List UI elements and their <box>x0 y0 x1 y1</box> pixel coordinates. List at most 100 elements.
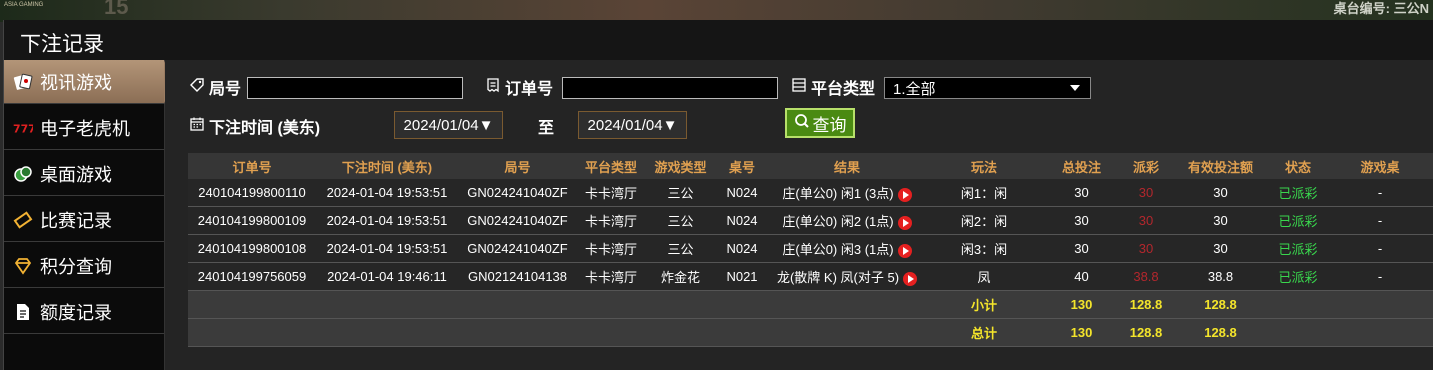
total-bet-cell: 30 <box>1042 179 1121 207</box>
sidebar-item-label: 积分查询 <box>40 256 112 277</box>
date-to-picker[interactable]: 2024/01/04 ▼ <box>578 111 687 139</box>
table-no-cell: N024 <box>716 234 768 263</box>
col-header-status[interactable]: 状态 <box>1270 153 1326 179</box>
sidebar: 视讯游戏 777 电子老虎机 桌面游戏 比赛记录 积分查询 <box>4 60 172 370</box>
col-header-round-no[interactable]: 局号 <box>458 153 577 179</box>
subtotal-total-bet: 130 <box>1042 290 1121 319</box>
play-video-icon[interactable] <box>897 215 912 230</box>
col-header-valid-bet[interactable]: 有效投注额 <box>1171 153 1270 179</box>
status-cell: 已派彩 <box>1270 206 1326 235</box>
sidebar-item-label: 比赛记录 <box>40 210 112 231</box>
valid-bet-cell: 30 <box>1171 179 1270 207</box>
dropdown-triangle-icon: ▼ <box>662 116 678 134</box>
game-type-cell: 三公 <box>645 206 716 235</box>
sidebar-item-points[interactable]: 积分查询 <box>4 244 164 288</box>
background-number: 15 <box>104 0 129 19</box>
platform-label: 平台类型 <box>811 81 876 98</box>
bet-time-cell: 2024-01-04 19:46:11 <box>316 262 458 291</box>
subtotal-end-spacer <box>1270 290 1433 319</box>
chevron-down-icon <box>1070 85 1080 91</box>
game-type-cell: 炸金花 <box>645 262 716 291</box>
svg-text:777: 777 <box>13 122 33 134</box>
server-icon <box>791 77 807 98</box>
subtotal-payout: 128.8 <box>1121 290 1171 319</box>
play-video-icon[interactable] <box>903 271 918 286</box>
payout-cell: 30 <box>1121 234 1171 263</box>
col-header-play-type[interactable]: 玩法 <box>926 153 1042 179</box>
col-header-order-no[interactable]: 订单号 <box>188 153 316 179</box>
col-header-bet-time[interactable]: 下注时间 (美东) <box>316 153 458 179</box>
background-logo-text: ASIA GAMING <box>4 2 44 8</box>
query-button-label: 查询 <box>812 115 847 135</box>
play-video-icon[interactable] <box>897 243 912 258</box>
play-type-cell: 闲2：闲 <box>926 206 1042 235</box>
sidebar-item-match-records[interactable]: 比赛记录 <box>4 198 164 242</box>
query-button[interactable]: 查询 <box>785 108 855 138</box>
play-video-icon[interactable] <box>897 187 912 202</box>
sidebar-item-live-games[interactable]: 视讯游戏 <box>4 60 172 104</box>
table-row: 240104199756059 2024-01-04 19:46:11 GN02… <box>188 262 1433 291</box>
result-text: 庄(单公0) 闲1 (3点) <box>782 186 894 201</box>
col-header-table-no[interactable]: 桌号 <box>716 153 768 179</box>
valid-bet-cell: 30 <box>1171 206 1270 235</box>
ticket-icon <box>13 210 33 230</box>
game-table-cell: - <box>1326 234 1433 263</box>
platform-select[interactable]: 1.全部 <box>884 77 1091 99</box>
total-end-spacer <box>1270 318 1433 347</box>
play-type-cell: 闲1：闲 <box>926 179 1042 207</box>
sidebar-item-label: 额度记录 <box>40 302 112 323</box>
round-label-group: 局号 <box>189 75 241 99</box>
bet-time-cell: 2024-01-04 19:53:51 <box>316 234 458 263</box>
receipt-icon <box>485 77 501 98</box>
order-no-cell: 240104199800109 <box>188 206 316 235</box>
table-no-cell: N024 <box>716 206 768 235</box>
total-total-bet: 130 <box>1042 318 1121 347</box>
col-header-platform[interactable]: 平台类型 <box>577 153 645 179</box>
play-type-cell: 凤 <box>926 262 1042 291</box>
col-header-game-table[interactable]: 游戏桌 <box>1326 153 1433 179</box>
table-row: 240104199800109 2024-01-04 19:53:51 GN02… <box>188 206 1433 235</box>
bet-records-table: 订单号 下注时间 (美东) 局号 平台类型 游戏类型 桌号 结果 玩法 总投注 … <box>188 153 1433 347</box>
game-table-cell: - <box>1326 179 1433 207</box>
bet-time-cell: 2024-01-04 19:53:51 <box>316 179 458 207</box>
order-no-cell: 240104199800110 <box>188 179 316 207</box>
table-row: 240104199800108 2024-01-04 19:53:51 GN02… <box>188 234 1433 263</box>
total-spacer <box>188 318 926 347</box>
diamond-icon <box>13 256 33 276</box>
round-no-cell: GN024241040ZF <box>458 206 577 235</box>
game-table-cell: - <box>1326 262 1433 291</box>
time-label: 下注时间 (美东) <box>209 120 321 137</box>
sidebar-item-label: 视讯游戏 <box>40 72 112 93</box>
round-no-cell: GN024241040ZF <box>458 179 577 207</box>
window-title: 下注记录 <box>20 33 104 56</box>
slot-777-icon: 777 <box>13 118 33 138</box>
result-cell: 龙(散牌 K) 凤(对子 5) <box>768 262 926 291</box>
payout-cell: 30 <box>1121 206 1171 235</box>
status-cell: 已派彩 <box>1270 179 1326 207</box>
sidebar-item-label: 电子老虎机 <box>40 118 130 139</box>
col-header-total-bet[interactable]: 总投注 <box>1042 153 1121 179</box>
order-label-group: 订单号 <box>485 75 553 99</box>
date-from-picker[interactable]: 2024/01/04 ▼ <box>394 111 503 139</box>
date-from-value: 2024/01/04 <box>403 116 479 134</box>
sidebar-item-table-games[interactable]: 桌面游戏 <box>4 152 164 196</box>
dropdown-triangle-icon: ▼ <box>478 116 494 134</box>
platform-cell: 卡卡湾厅 <box>577 206 645 235</box>
total-bet-cell: 40 <box>1042 262 1121 291</box>
total-bet-cell: 30 <box>1042 234 1121 263</box>
sidebar-item-slots[interactable]: 777 电子老虎机 <box>4 106 164 150</box>
round-label: 局号 <box>209 81 242 98</box>
title-bar: 下注记录 <box>4 20 1433 60</box>
col-header-result[interactable]: 结果 <box>768 153 926 179</box>
to-label: 至 <box>538 120 555 137</box>
result-cell: 庄(单公0) 闲1 (3点) <box>768 179 926 207</box>
order-input[interactable] <box>562 77 778 99</box>
valid-bet-cell: 30 <box>1171 234 1270 263</box>
order-no-cell: 240104199800108 <box>188 234 316 263</box>
round-input[interactable] <box>247 77 463 99</box>
col-header-payout[interactable]: 派彩 <box>1121 153 1171 179</box>
sidebar-item-label: 桌面游戏 <box>40 164 112 185</box>
sidebar-item-credit-records[interactable]: 额度记录 <box>4 290 164 334</box>
total-valid-bet: 128.8 <box>1171 318 1270 347</box>
col-header-game-type[interactable]: 游戏类型 <box>645 153 716 179</box>
